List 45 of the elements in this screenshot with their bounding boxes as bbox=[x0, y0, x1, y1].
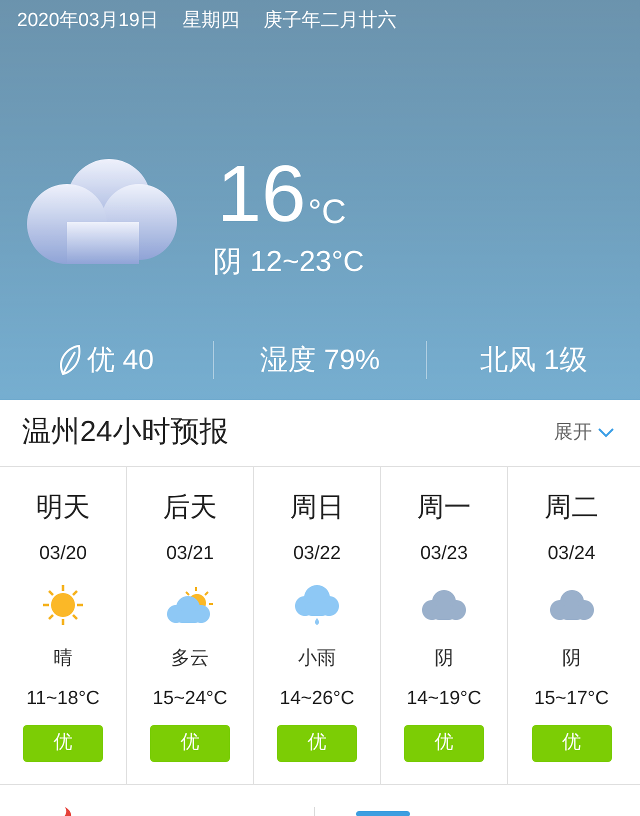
sun-icon bbox=[42, 584, 84, 626]
forecast-date: 03/21 bbox=[166, 542, 214, 566]
flame-icon bbox=[62, 807, 74, 816]
section-title: 温州24小时预报 bbox=[22, 415, 228, 450]
forecast-condition: 阴 bbox=[434, 647, 454, 671]
day-name: 明天 bbox=[36, 491, 90, 523]
forecast-date: 03/22 bbox=[293, 542, 341, 566]
day-name: 周一 bbox=[417, 491, 471, 523]
forecast-date: 03/23 bbox=[420, 542, 468, 566]
forecast-range: 15~24°C bbox=[152, 687, 228, 711]
sun-cloud-icon bbox=[166, 586, 214, 624]
aqi-badge: 优 bbox=[150, 725, 230, 762]
forecast-date: 03/24 bbox=[548, 542, 596, 566]
chevron-down-icon bbox=[598, 428, 614, 438]
aqi-badge: 优 bbox=[277, 725, 357, 762]
temperature-unit: °C bbox=[308, 192, 346, 232]
day-name: 周二 bbox=[544, 491, 598, 523]
forecast-range: 14~19°C bbox=[406, 687, 482, 711]
expand-button[interactable]: 展开 bbox=[554, 418, 614, 448]
forecast-range: 14~26°C bbox=[280, 687, 354, 711]
forecast-date: 03/20 bbox=[39, 542, 87, 566]
lunar-date: 庚子年二月廿六 bbox=[264, 9, 397, 33]
forecast-condition: 多云 bbox=[171, 647, 209, 671]
weather-stat: 北风 1级 bbox=[480, 343, 588, 377]
aqi-badge: 优 bbox=[532, 725, 612, 762]
weather-stat: 湿度 79% bbox=[260, 343, 380, 377]
forecast-condition: 阴 bbox=[562, 647, 581, 671]
current-condition: 阴 12~23°C bbox=[213, 245, 364, 280]
temperature: 16 bbox=[217, 154, 306, 234]
rain-cloud-icon bbox=[294, 584, 340, 626]
day-name: 后天 bbox=[163, 491, 217, 523]
date-text: 2020年03月19日 bbox=[17, 9, 159, 33]
aqi-badge: 优 bbox=[404, 725, 484, 762]
leaf-icon bbox=[58, 344, 81, 376]
forecast-range: 11~18°C bbox=[26, 687, 100, 711]
cloud-icon bbox=[548, 589, 594, 621]
forecast-range: 15~17°C bbox=[534, 687, 609, 711]
cloud-icon bbox=[421, 589, 467, 621]
forecast-condition: 晴 bbox=[54, 647, 72, 671]
cloud-icon bbox=[27, 156, 177, 266]
forecast-condition: 小雨 bbox=[298, 647, 336, 671]
air-quality: 优 40 bbox=[86, 343, 154, 377]
weekday-text: 星期四 bbox=[182, 9, 240, 33]
aqi-badge: 优 bbox=[23, 725, 103, 762]
day-name: 周日 bbox=[290, 491, 344, 523]
